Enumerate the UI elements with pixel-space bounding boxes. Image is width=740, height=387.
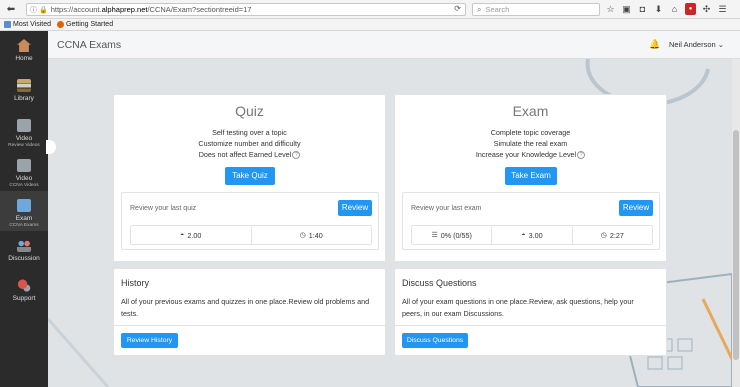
quiz-stat-difficulty: ◓ 2.00: [131, 226, 252, 244]
sidebar-item-discussion[interactable]: Discussion: [0, 231, 48, 271]
history-title: History: [121, 278, 150, 288]
quiz-review-label: Review your last quiz: [130, 205, 197, 212]
clock-icon: ◷: [600, 232, 607, 239]
home-icon[interactable]: ⌂: [669, 3, 680, 15]
back-icon[interactable]: ⬅: [4, 2, 18, 16]
info-icon[interactable]: ⓘ: [30, 5, 37, 15]
sidebar-item-ccna-exams[interactable]: Exam CCNA Exams: [0, 191, 48, 231]
browser-icons: ☆ ▣ ◘ ⬇ ⌂ ● ✣ ☰: [605, 3, 728, 15]
video-icon: [17, 159, 31, 172]
take-exam-button[interactable]: Take Exam: [505, 167, 557, 185]
clipboard-icon[interactable]: ▣: [621, 3, 632, 15]
history-panel: History All of your previous exams and q…: [113, 268, 386, 356]
scrollbar-thumb[interactable]: [733, 130, 739, 360]
search-icon: ⌕: [477, 4, 482, 14]
quiz-review-box: Review your last quiz Review ◓ 2.00 ◷ 1:40: [121, 192, 379, 250]
url-text: https://account.alphaprep.net/CCNA/Exam?…: [50, 5, 252, 14]
home-icon: [17, 39, 31, 52]
list-icon: ☰: [431, 232, 438, 239]
exam-review-label: Review your last exam: [411, 205, 482, 212]
firefox-icon: [57, 21, 64, 28]
menu-icon[interactable]: ☰: [717, 3, 728, 15]
review-history-button[interactable]: Review History: [121, 333, 178, 348]
bell-icon[interactable]: 🔔: [649, 39, 660, 50]
help-icon[interactable]: ?: [577, 151, 586, 160]
exam-line-2: Simulate the real exam: [493, 139, 568, 148]
exam-review-button[interactable]: Review: [619, 200, 653, 216]
folder-icon: [4, 21, 11, 28]
quiz-line-1: Self testing over a topic: [212, 128, 287, 137]
exam-line-1: Complete topic coverage: [490, 128, 571, 137]
exam-stat-time: ◷ 2:27: [600, 230, 624, 240]
exam-stat-difficulty: ◓ 3.00: [492, 226, 573, 244]
sidebar: Home Library Video Review Videos Video C…: [0, 31, 48, 387]
exam-review-box: Review your last exam Review ☰ 0% (0/55) …: [402, 192, 660, 250]
quiz-card: Quiz Self testing over a topic Customize…: [113, 94, 386, 262]
sidebar-item-home[interactable]: Home: [0, 31, 48, 71]
reload-icon[interactable]: ⟳: [454, 4, 461, 13]
exam-stat-score: ☰ 0% (0/55): [412, 226, 493, 244]
browser-toolbar: ⬅ ⓘ 🔒 https://account.alphaprep.net/CCNA…: [0, 0, 740, 19]
puzzle-icon[interactable]: ✣: [701, 3, 712, 15]
bookmark-most-visited[interactable]: Most Visited: [4, 21, 51, 28]
bookmark-getting-started[interactable]: Getting Started: [57, 21, 113, 28]
quiz-line-2: Customize number and difficulty: [198, 139, 301, 148]
discuss-questions-button[interactable]: Discuss Questions: [402, 333, 468, 348]
extension-icon[interactable]: ●: [685, 3, 696, 15]
discuss-footer: Discuss Questions: [395, 325, 666, 355]
user-menu[interactable]: Neil Anderson ⌄: [669, 40, 724, 49]
bookmarks-bar: Most Visited Getting Started: [0, 19, 740, 31]
history-footer: Review History: [114, 325, 385, 355]
history-text: All of your previous exams and quizzes i…: [121, 297, 370, 318]
quiz-title: Quiz: [235, 103, 264, 119]
quiz-stat-time: ◷ 1:40: [299, 230, 323, 240]
quiz-line-3: Does not affect Earned Level?: [114, 150, 385, 160]
browser-search-input[interactable]: ⌕ Search: [472, 3, 600, 16]
discuss-title: Discuss Questions: [402, 278, 477, 288]
quiz-review-button[interactable]: Review: [338, 200, 372, 216]
sidebar-item-support[interactable]: Support: [0, 271, 48, 311]
checklist-icon: [17, 199, 31, 212]
support-icon: [17, 279, 31, 292]
page-title: CCNA Exams: [57, 39, 122, 51]
books-icon: [17, 79, 31, 92]
star-icon[interactable]: ☆: [605, 3, 616, 15]
sidebar-item-ccna-videos[interactable]: Video CCNA Videos: [0, 151, 48, 191]
take-quiz-button[interactable]: Take Quiz: [225, 167, 275, 185]
video-icon: [17, 119, 31, 132]
gauge-icon: ◓: [180, 231, 185, 239]
exam-title: Exam: [512, 103, 549, 119]
help-icon[interactable]: ?: [292, 151, 301, 160]
download-icon[interactable]: ⬇: [653, 3, 664, 15]
exam-stats: ☰ 0% (0/55) ◓ 3.00 ◷ 2:27: [411, 225, 653, 245]
sidebar-item-review-videos[interactable]: Video Review Videos: [0, 111, 48, 151]
quiz-stats: ◓ 2.00 ◷ 1:40: [130, 225, 372, 245]
clock-icon: ◷: [299, 232, 306, 239]
discuss-text: All of your exam questions in one place.…: [402, 297, 634, 318]
app-header: CCNA Exams 🔔 Neil Anderson ⌄: [48, 31, 740, 59]
lock-icon: 🔒: [39, 6, 48, 14]
pocket-icon[interactable]: ◘: [637, 3, 648, 15]
sidebar-item-library[interactable]: Library: [0, 71, 48, 111]
exam-line-3: Increase your Knowledge Level?: [395, 150, 666, 160]
exam-card: Exam Complete topic coverage Simulate th…: [394, 94, 667, 262]
discuss-panel: Discuss Questions All of your exam quest…: [394, 268, 667, 356]
people-icon: [17, 239, 31, 252]
address-bar[interactable]: ⓘ 🔒 https://account.alphaprep.net/CCNA/E…: [26, 3, 466, 16]
gauge-icon: ◓: [521, 231, 526, 239]
